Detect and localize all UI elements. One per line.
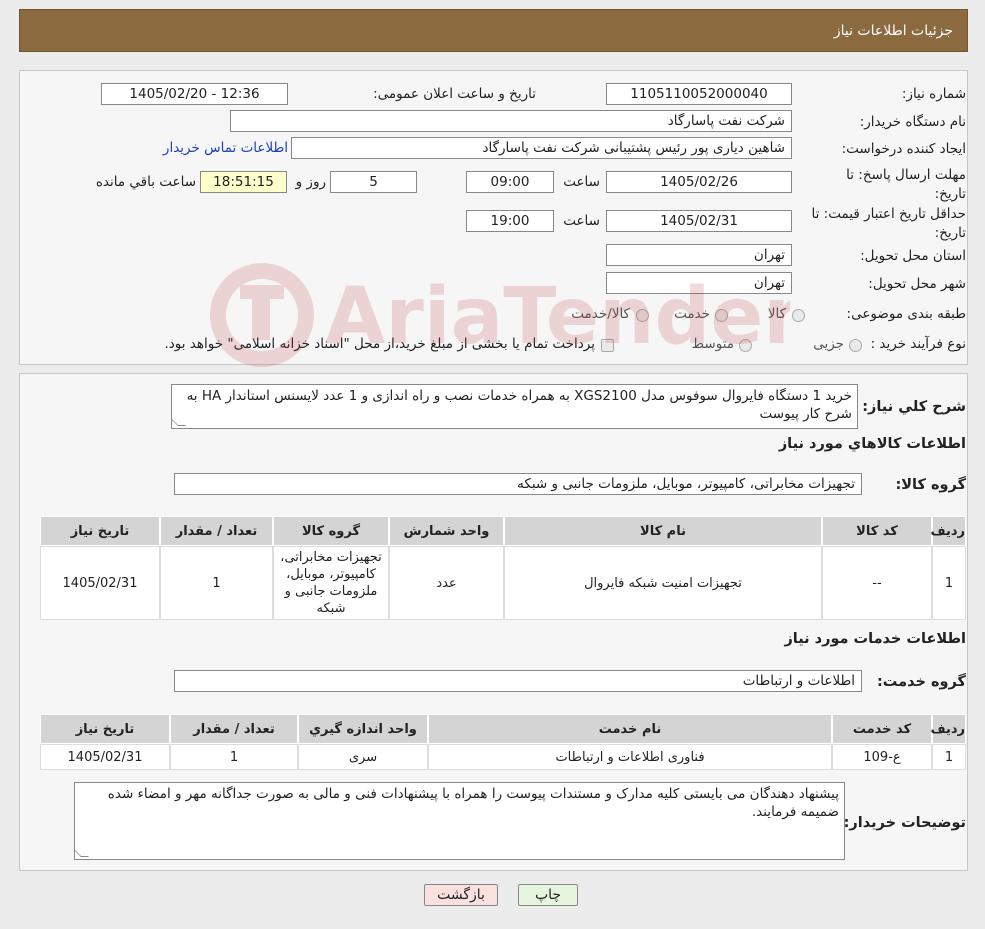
need-number-field: 1105110052000040 — [606, 83, 792, 105]
goods-col-code: کد کالا — [822, 516, 932, 546]
resize-handle-icon[interactable] — [172, 418, 186, 426]
province-field: تهران — [606, 244, 792, 266]
goods-table-header-row: رديف کد کالا نام کالا واحد شمارش گروه کا… — [40, 516, 966, 546]
table-row: 1 ع-109 فناوری اطلاعات و ارتباطات سری 1 … — [40, 744, 966, 770]
need-number-label: شماره نیاز: — [901, 86, 966, 102]
goods-cell-code: -- — [822, 546, 932, 620]
services-table-header-row: رديف کد خدمت نام خدمت واحد اندازه گيري ت… — [40, 714, 966, 744]
category-radio-goods-service[interactable] — [636, 309, 649, 322]
deadline-date-field: 1405/02/26 — [606, 171, 792, 193]
buyer-notes-label: توضیحات خریدار: — [843, 815, 966, 831]
creator-label: ایجاد کننده درخواست: — [841, 141, 966, 157]
province-label: استان محل تحویل: — [860, 248, 966, 264]
price-validity-time-label: ساعت — [563, 213, 600, 229]
services-cell-date: 1405/02/31 — [40, 744, 170, 770]
price-validity-date-field: 1405/02/31 — [606, 210, 792, 232]
back-button[interactable]: بازگشت — [424, 884, 498, 906]
services-cell-code: ع-109 — [832, 744, 932, 770]
category-radio-goods[interactable] — [792, 309, 805, 322]
city-field: تهران — [606, 272, 792, 294]
services-section-title: اطلاعات خدمات مورد نياز — [784, 631, 966, 647]
category-option-goods-service: کالا/خدمت — [571, 306, 630, 322]
price-validity-time-field: 19:00 — [466, 210, 554, 232]
services-col-code: کد خدمت — [832, 714, 932, 744]
buyer-org-label: نام دستگاه خریدار: — [859, 114, 966, 130]
goods-table-container: رديف کد کالا نام کالا واحد شمارش گروه کا… — [38, 516, 966, 620]
process-radio-minor[interactable] — [849, 339, 862, 352]
category-radio-service[interactable] — [715, 309, 728, 322]
deadline-time-label: ساعت — [563, 174, 600, 190]
goods-table: رديف کد کالا نام کالا واحد شمارش گروه کا… — [40, 516, 966, 620]
category-option-goods: کالا — [767, 306, 786, 322]
process-type-label: نوع فرآیند خرید : — [870, 336, 966, 352]
price-validity-label: حداقل تاریخ اعتبار قیمت: تا تاریخ: — [811, 206, 966, 241]
goods-cell-row: 1 — [932, 546, 966, 620]
time-remaining-label: ساعت باقي مانده — [95, 174, 196, 190]
announce-datetime-label: تاریخ و ساعت اعلان عمومی: — [373, 86, 536, 102]
need-summary-text: خرید 1 دستگاه فایروال سوفوس مدل XGS2100 … — [186, 388, 852, 422]
deadline-label: مهلت ارسال پاسخ: تا تاریخ: — [846, 167, 966, 202]
goods-col-row: رديف — [930, 516, 966, 546]
services-cell-name: فناوری اطلاعات و ارتباطات — [428, 744, 832, 770]
announce-datetime-field: 1405/02/20 - 12:36 — [101, 83, 288, 105]
services-col-unit: واحد اندازه گيري — [298, 714, 428, 744]
need-summary-textarea: خرید 1 دستگاه فایروال سوفوس مدل XGS2100 … — [171, 384, 858, 429]
services-col-quantity: تعداد / مقدار — [170, 714, 298, 744]
city-label: شهر محل تحویل: — [868, 276, 966, 292]
buyer-notes-text: پیشنهاد دهندگان می بایستی کلیه مدارک و م… — [107, 786, 839, 820]
creator-field: شاهین دیاری پور رئیس پشتیبانی شرکت نفت پ… — [291, 137, 792, 159]
goods-col-quantity: تعداد / مقدار — [160, 516, 273, 546]
service-group-field: اطلاعات و ارتباطات — [174, 670, 862, 692]
goods-cell-name: تجهیزات امنیت شبکه فایروال — [504, 546, 822, 620]
goods-section-title: اطلاعات کالاهاي مورد نياز — [778, 436, 966, 452]
services-cell-quantity: 1 — [170, 744, 298, 770]
service-group-label: گروه خدمت: — [876, 674, 966, 690]
buyer-contact-link[interactable]: اطلاعات تماس خریدار — [150, 140, 288, 156]
days-label: روز و — [295, 174, 326, 190]
services-table-container: رديف کد خدمت نام خدمت واحد اندازه گيري ت… — [38, 714, 966, 770]
goods-col-date: تاريخ نياز — [40, 516, 160, 546]
goods-col-group: گروه کالا — [273, 516, 389, 546]
need-summary-label: شرح کلي نياز: — [862, 399, 966, 415]
goods-cell-group: تجهیزات مخابراتی، کامپیوتر، موبایل، ملزو… — [273, 546, 389, 620]
buyer-notes-textarea: پیشنهاد دهندگان می بایستی کلیه مدارک و م… — [74, 782, 845, 860]
goods-group-label: گروه کالا: — [895, 477, 966, 493]
services-col-name: نام خدمت — [428, 714, 832, 744]
goods-cell-unit: عدد — [389, 546, 504, 620]
process-option-minor: جزیی — [813, 336, 844, 352]
goods-cell-quantity: 1 — [160, 546, 273, 620]
goods-col-unit: واحد شمارش — [389, 516, 504, 546]
print-button[interactable]: چاپ — [518, 884, 578, 906]
table-row: 1 -- تجهیزات امنیت شبکه فایروال عدد تجهی… — [40, 546, 966, 620]
goods-col-name: نام کالا — [504, 516, 822, 546]
deadline-time-field: 09:00 — [466, 171, 554, 193]
services-cell-row: 1 — [932, 744, 966, 770]
process-option-medium: متوسط — [691, 336, 734, 352]
page-title: جزئیات اطلاعات نیاز — [833, 23, 953, 39]
services-table: رديف کد خدمت نام خدمت واحد اندازه گيري ت… — [40, 714, 966, 770]
services-cell-unit: سری — [298, 744, 428, 770]
buyer-org-field: شرکت نفت پاسارگاد — [230, 110, 792, 132]
services-col-row: رديف — [930, 714, 966, 744]
category-option-service: خدمت — [674, 306, 710, 322]
category-label: طبقه بندی موضوعی: — [846, 306, 966, 322]
time-remaining-field: 18:51:15 — [200, 171, 287, 193]
resize-handle-icon[interactable] — [75, 849, 89, 857]
services-col-date: تاريخ نياز — [40, 714, 170, 744]
days-remaining-field: 5 — [330, 171, 417, 193]
goods-cell-date: 1405/02/31 — [40, 546, 160, 620]
treasury-checkbox[interactable] — [601, 339, 614, 352]
process-radio-medium[interactable] — [739, 339, 752, 352]
goods-group-field: تجهیزات مخابراتی، کامپیوتر، موبایل، ملزو… — [174, 473, 862, 495]
treasury-payment-note: پرداخت تمام یا بخشی از مبلغ خرید،از محل … — [164, 336, 595, 352]
page-header: جزئیات اطلاعات نیاز — [19, 9, 968, 52]
